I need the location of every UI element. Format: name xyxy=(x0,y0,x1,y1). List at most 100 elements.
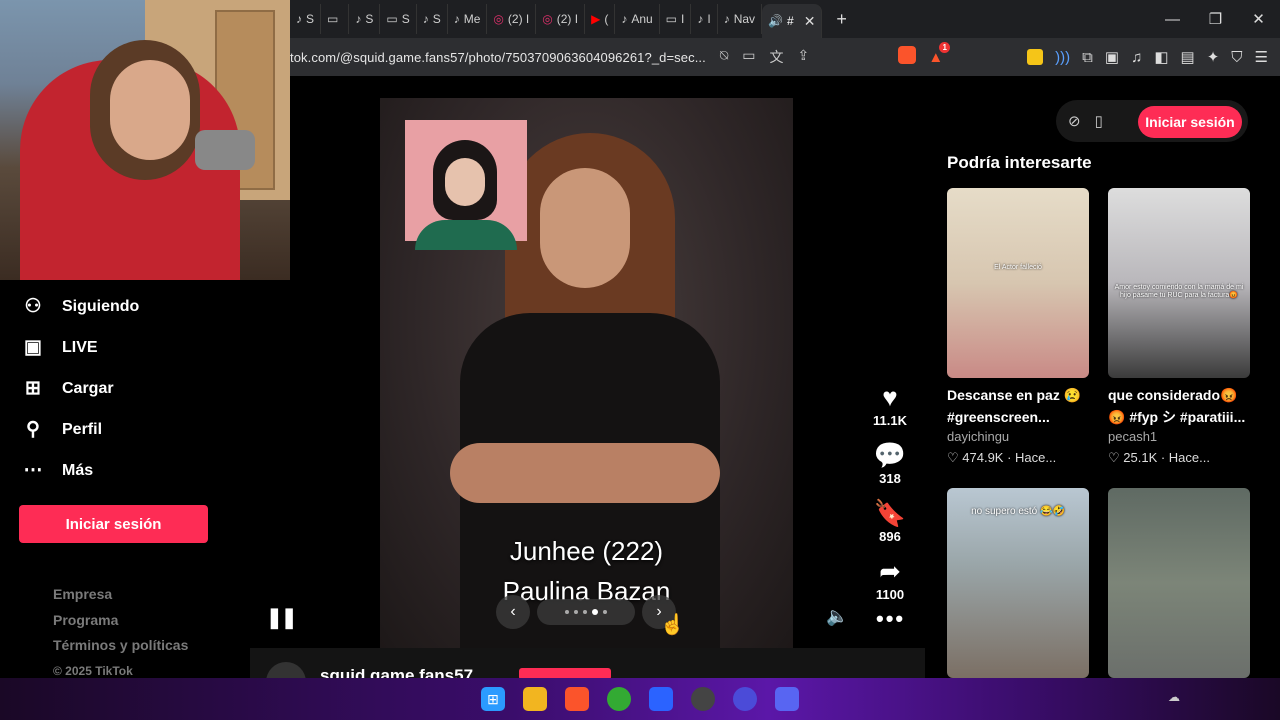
share-icon[interactable]: ⇪ xyxy=(798,47,810,67)
browser-tab[interactable]: ♪ Nav xyxy=(718,4,763,34)
browser-tab[interactable]: ▭ xyxy=(321,4,350,34)
wallet-icon[interactable]: ▤ xyxy=(1181,48,1195,66)
suggestion-card[interactable]: Amor estoy comiendo con la mamá de mi hi… xyxy=(1108,188,1250,466)
browser-tab[interactable]: ◎ (2) I xyxy=(536,4,586,34)
tab-label: S xyxy=(365,12,374,26)
tab-label: I xyxy=(707,12,711,26)
obs-icon[interactable] xyxy=(691,687,715,711)
extensions-toolbar: ▲ 1 ))) ⧉ ▣ ♫ ◧ ▤ ✦ ⛉ ☰ xyxy=(898,41,1268,68)
slide-dot-active[interactable] xyxy=(592,609,598,615)
browser-tab[interactable]: ▶( xyxy=(585,4,616,34)
leo-icon[interactable]: ✦ xyxy=(1207,48,1220,66)
sidebar-item-siguiendo[interactable]: ⚇ Siguiendo xyxy=(0,286,240,327)
slide-dot[interactable] xyxy=(603,610,607,614)
tray-cloud-icon[interactable]: ☁ xyxy=(1168,690,1180,704)
browser-tab[interactable]: ▭ I xyxy=(660,4,692,34)
suggestion-thumbnail[interactable] xyxy=(1108,488,1250,678)
maximize-button[interactable]: ❐ xyxy=(1194,0,1237,38)
discord-icon[interactable] xyxy=(775,687,799,711)
puzzle-icon[interactable]: ⧉ xyxy=(1082,49,1093,66)
browser-tab-active[interactable]: 🔊 # ✕ xyxy=(762,4,823,38)
translate-icon[interactable]: 文 xyxy=(770,47,784,67)
slide-dots xyxy=(537,599,635,625)
login-button-top[interactable]: Iniciar sesión xyxy=(1138,106,1242,138)
slide-dot[interactable] xyxy=(565,610,569,614)
menu-icon[interactable]: ☰ xyxy=(1255,48,1268,66)
extension-icon[interactable] xyxy=(1027,49,1044,65)
sidebar-item-perfil[interactable]: ⚲ Perfil xyxy=(0,409,240,450)
music-icon[interactable]: ♫ xyxy=(1131,49,1142,66)
minimize-button[interactable]: — xyxy=(1151,0,1194,38)
vpn-icon[interactable]: ⛉ xyxy=(1231,49,1242,66)
browser-tab[interactable]: ♪ S xyxy=(290,4,322,34)
sidebar-item-cargar[interactable]: ⊞ Cargar xyxy=(0,368,240,409)
footer-link[interactable]: Empresa xyxy=(53,582,188,608)
browser-tab[interactable]: ▭ S xyxy=(380,4,417,34)
suggestion-card[interactable]: El Actor falleció Descanse en paz 😢 #gre… xyxy=(947,188,1089,466)
tab-label: Nav xyxy=(733,12,756,26)
close-icon[interactable]: ✕ xyxy=(804,13,816,30)
file-explorer-icon[interactable] xyxy=(523,687,547,711)
suggestion-thumbnail[interactable]: Amor estoy comiendo con la mamá de mi hi… xyxy=(1108,188,1250,378)
windows-start-icon[interactable]: ⊞ xyxy=(481,687,505,711)
slide-dot[interactable] xyxy=(583,610,587,614)
login-button-sidebar[interactable]: Iniciar sesión xyxy=(19,505,208,543)
share-button[interactable]: ➦ 1100 xyxy=(860,557,920,602)
suggestion-user[interactable]: dayichingu xyxy=(947,429,1089,444)
suggestion-card[interactable]: no supero estó 😂🤣 xyxy=(947,488,1089,678)
live-icon: ▣ xyxy=(24,337,42,358)
screenshot-icon[interactable]: ▣ xyxy=(1105,48,1119,66)
browser-tab[interactable]: ♪ S xyxy=(349,4,381,34)
previous-slide-button[interactable]: ‹ xyxy=(496,595,530,629)
sidebar-item-mas[interactable]: ⋯ Más xyxy=(0,450,240,491)
brave-shields-icon[interactable] xyxy=(898,46,917,68)
bookmark-icon: 🔖 xyxy=(873,498,907,528)
tab-label: (2) I xyxy=(556,12,579,26)
cast-icon[interactable]: ▭ xyxy=(742,47,755,67)
audio-wave-icon[interactable]: ))) xyxy=(1055,49,1070,66)
profile-icon: ⚲ xyxy=(26,419,40,440)
close-window-button[interactable]: ✕ xyxy=(1237,0,1280,38)
compass-icon[interactable]: ⊘ xyxy=(1068,112,1081,130)
brave-rewards-icon[interactable]: ▲ 1 xyxy=(928,41,951,66)
character-thumbnail xyxy=(405,120,527,250)
browser-tab[interactable]: ♪ Me xyxy=(448,4,488,34)
browser-tab[interactable]: ♪ Anu xyxy=(615,4,660,34)
comment-button[interactable]: 💬 318 xyxy=(860,441,920,486)
following-icon: ⚇ xyxy=(24,296,42,317)
screen: ♪ S ▭ ♪ S ▭ S ♪ S ♪ Me ◎ (2) I ◎ (2) I ▶( ♪ Anu … xyxy=(0,0,1280,720)
volume-icon[interactable]: 🔈 xyxy=(826,606,848,627)
window-icon: ▭ xyxy=(386,12,398,26)
sidebar-icon[interactable]: ◧ xyxy=(1154,48,1168,66)
suggestion-thumbnail[interactable]: no supero estó 😂🤣 xyxy=(947,488,1089,678)
app-icon[interactable] xyxy=(733,687,757,711)
webcam-overlay xyxy=(0,0,290,280)
tab-label: ( xyxy=(604,12,609,26)
slide-pager: ‹ › xyxy=(496,595,676,629)
footer-link[interactable]: Términos y políticas xyxy=(53,633,188,659)
app-icon[interactable] xyxy=(649,687,673,711)
more-icon: ⋯ xyxy=(23,460,43,481)
footer-link[interactable]: Programa xyxy=(53,608,188,634)
suggestion-card[interactable] xyxy=(1108,488,1250,678)
suggestion-user[interactable]: pecash1 xyxy=(1108,429,1250,444)
url-field[interactable]: tok.com/@squid.game.fans57/photo/7503709… xyxy=(290,50,706,65)
slide-dot[interactable] xyxy=(574,610,578,614)
thumb-body xyxy=(415,220,517,250)
mobile-icon[interactable]: ▯ xyxy=(1095,112,1103,130)
like-button[interactable]: ♥ 11.1K xyxy=(860,383,920,428)
brave-browser-icon[interactable] xyxy=(565,687,589,711)
window-controls: — ❐ ✕ xyxy=(1151,0,1280,38)
pause-button[interactable]: ❚❚ xyxy=(266,605,297,630)
save-button[interactable]: 🔖 896 xyxy=(860,499,920,544)
browser-tab[interactable]: ♪ S xyxy=(417,4,448,34)
new-tab-button[interactable]: + xyxy=(836,9,847,30)
suggestion-thumbnail[interactable]: El Actor falleció xyxy=(947,188,1089,378)
reader-mode-icon[interactable]: ⍉ xyxy=(720,47,728,67)
sidebar-item-live[interactable]: ▣ LIVE xyxy=(0,327,240,368)
browser-tab[interactable]: ♪ I xyxy=(691,4,718,34)
sidebar-item-label: Más xyxy=(62,461,94,479)
chrome-icon[interactable] xyxy=(607,687,631,711)
photo-player[interactable]: Junhee (222) Paulina Bazan xyxy=(380,98,793,648)
browser-tab[interactable]: ◎ (2) I xyxy=(487,4,537,34)
